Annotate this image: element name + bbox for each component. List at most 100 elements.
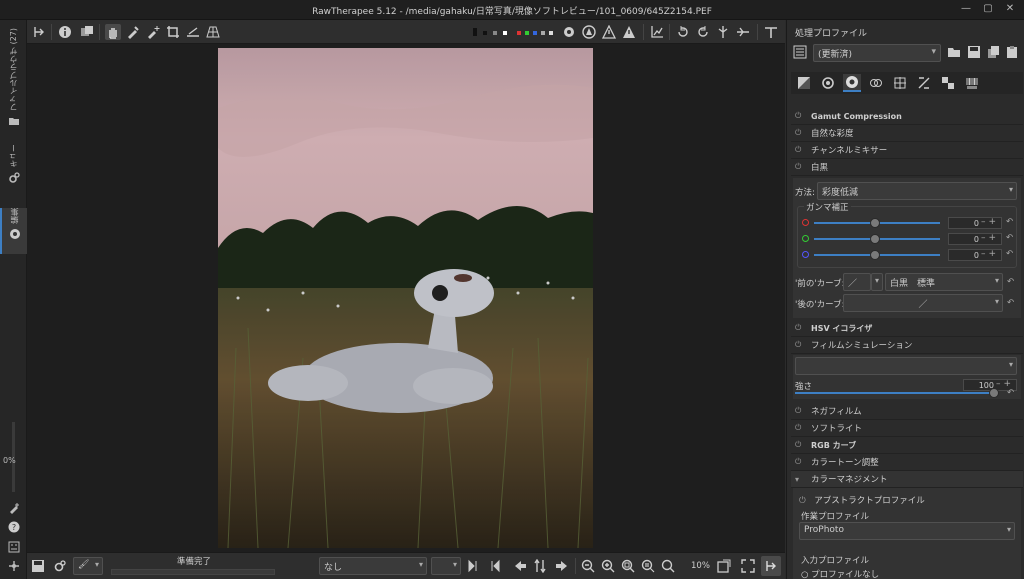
tab-advanced[interactable] (867, 74, 885, 92)
add-tag-icon[interactable] (8, 502, 20, 514)
strength-knob[interactable] (989, 388, 999, 398)
section-color-toning[interactable]: ⏻ カラートーン調整 (791, 454, 1023, 471)
panel-toggle-button[interactable] (761, 556, 781, 576)
move-icon[interactable] (8, 560, 20, 572)
shadow-clip-button[interactable] (601, 24, 617, 40)
highlight-clip-button[interactable] (621, 24, 637, 40)
reset-icon[interactable]: ↶ (1006, 217, 1013, 227)
zoom-crop-icon[interactable] (661, 559, 675, 573)
rotate-right-button[interactable] (695, 24, 711, 40)
gamma-red-knob[interactable] (870, 218, 880, 228)
next-image-icon[interactable] (555, 559, 569, 573)
profile-select[interactable]: なし ▾ (319, 557, 427, 575)
section-channel-mixer[interactable]: ⏻ チャンネルミキサー (791, 142, 1023, 159)
spin-buttons[interactable]: –+ (981, 233, 999, 244)
profile-tag-select[interactable]: ▾ (431, 557, 461, 575)
reset-icon[interactable]: ↶ (1007, 298, 1014, 308)
preview-color-swatch[interactable] (493, 31, 497, 35)
tab-detail[interactable] (819, 74, 837, 92)
section-color-management[interactable]: ▾ カラーマネジメント (791, 471, 1023, 488)
perspective-button[interactable] (205, 24, 221, 40)
tab-queue[interactable]: キュー (0, 144, 27, 196)
power-icon[interactable]: ⏻ (799, 496, 806, 506)
tab-metadata[interactable] (963, 74, 981, 92)
crop-button[interactable] (165, 24, 181, 40)
preview-color-swatch[interactable] (473, 28, 477, 36)
reset-icon[interactable]: ↶ (1007, 277, 1014, 287)
preview-color-swatch[interactable] (541, 31, 545, 35)
flip-right-icon[interactable] (487, 559, 501, 573)
section-black-white[interactable]: ⏻ 白黒 (791, 159, 1023, 176)
power-icon[interactable]: ⏻ (795, 423, 805, 433)
straighten-button[interactable] (185, 24, 201, 40)
tab-color[interactable] (843, 74, 861, 92)
power-icon[interactable]: ⏻ (795, 406, 805, 416)
tool-panel-toggle-button[interactable] (763, 24, 779, 40)
before-curve-dropdown[interactable]: ▾ (871, 273, 883, 291)
section-vibrance[interactable]: ⏻ 自然な彩度 (791, 125, 1023, 142)
power-icon[interactable]: ⏻ (795, 111, 805, 121)
preview-color-swatch[interactable] (549, 31, 553, 35)
gamma-green-input[interactable]: 0 –+ (948, 233, 1002, 245)
new-window-icon[interactable] (717, 559, 731, 573)
help-icon[interactable]: ? (8, 521, 20, 533)
preview-color-swatch[interactable] (525, 31, 529, 35)
processing-profile-select[interactable]: (更新済) ▾ (813, 44, 941, 62)
tab-raw[interactable] (915, 74, 933, 92)
save-icon[interactable] (31, 559, 45, 573)
reset-icon[interactable]: ↶ (1006, 233, 1013, 243)
gamma-blue-knob[interactable] (870, 250, 880, 260)
power-icon[interactable]: ⏻ (795, 162, 805, 172)
preview-color-swatch[interactable] (533, 31, 537, 35)
save-profile-icon[interactable] (967, 45, 981, 59)
after-curve-select[interactable]: ／ ▾ (843, 294, 1003, 312)
tab-file-browser[interactable]: ファイルブラウザ (27) (0, 28, 27, 128)
gamma-blue-input[interactable]: 0 –+ (948, 249, 1002, 261)
abstract-profile-toggle[interactable]: ⏻ アブストラクトプロファイル (799, 494, 925, 506)
copy-profile-icon[interactable] (987, 45, 1001, 59)
paste-profile-icon[interactable] (1005, 45, 1019, 59)
spin-buttons[interactable]: –+ (981, 217, 999, 228)
hand-tool-button[interactable] (105, 24, 121, 40)
tab-editor[interactable]: 編集 (0, 208, 27, 254)
image-viewer[interactable] (27, 44, 785, 552)
preview-image[interactable] (218, 48, 593, 548)
power-icon[interactable]: ⏻ (795, 128, 805, 138)
history-toggle-button[interactable] (31, 24, 47, 40)
zoom-out-icon[interactable] (581, 559, 595, 573)
section-gamut-compression[interactable]: ⏻ Gamut Compression (791, 108, 1023, 125)
reset-icon[interactable]: ↶ (1007, 388, 1014, 398)
info-button[interactable] (57, 24, 73, 40)
section-hsv-equalizer[interactable]: ⏻ HSV イコライザ (791, 320, 1023, 337)
tab-transform[interactable] (891, 74, 909, 92)
tab-exposure[interactable] (795, 74, 813, 92)
preview-color-swatch[interactable] (503, 31, 507, 35)
flip-horizontal-button[interactable] (735, 24, 751, 40)
keyboard-shortcuts-icon[interactable] (8, 541, 20, 553)
film-select[interactable]: ▾ (795, 357, 1017, 375)
color-picker-button[interactable] (145, 24, 161, 40)
section-soft-light[interactable]: ⏻ ソフトライト (791, 420, 1023, 437)
zoom-fit-icon[interactable] (621, 559, 635, 573)
method-select[interactable]: 彩度低減 ▾ (817, 182, 1017, 200)
soft-proof-button[interactable] (581, 24, 597, 40)
tab-local[interactable] (939, 74, 957, 92)
open-folder-icon[interactable] (947, 45, 961, 59)
before-curve-type-select[interactable]: ／ (843, 273, 871, 291)
close-icon[interactable]: ✕ (1004, 3, 1016, 15)
preview-color-swatch[interactable] (483, 31, 487, 35)
before-after-button[interactable] (79, 24, 95, 40)
histogram-button[interactable] (649, 24, 665, 40)
flip-vertical-button[interactable] (715, 24, 731, 40)
queue-add-icon[interactable] (53, 559, 67, 573)
flip-left-icon[interactable] (467, 559, 481, 573)
fullscreen-icon[interactable] (741, 559, 755, 573)
power-icon[interactable]: ⏻ (795, 323, 805, 333)
strength-slider[interactable] (795, 392, 991, 394)
before-curve-mode-select[interactable]: 白黒 標準 ▾ (885, 273, 1003, 291)
rotate-left-button[interactable] (675, 24, 691, 40)
power-icon[interactable]: ⏻ (795, 457, 805, 467)
gamma-red-input[interactable]: 0 –+ (948, 217, 1002, 229)
power-icon[interactable]: ⏻ (795, 440, 805, 450)
section-film-simulation[interactable]: ⏻ フィルムシミュレーション (791, 337, 1023, 354)
